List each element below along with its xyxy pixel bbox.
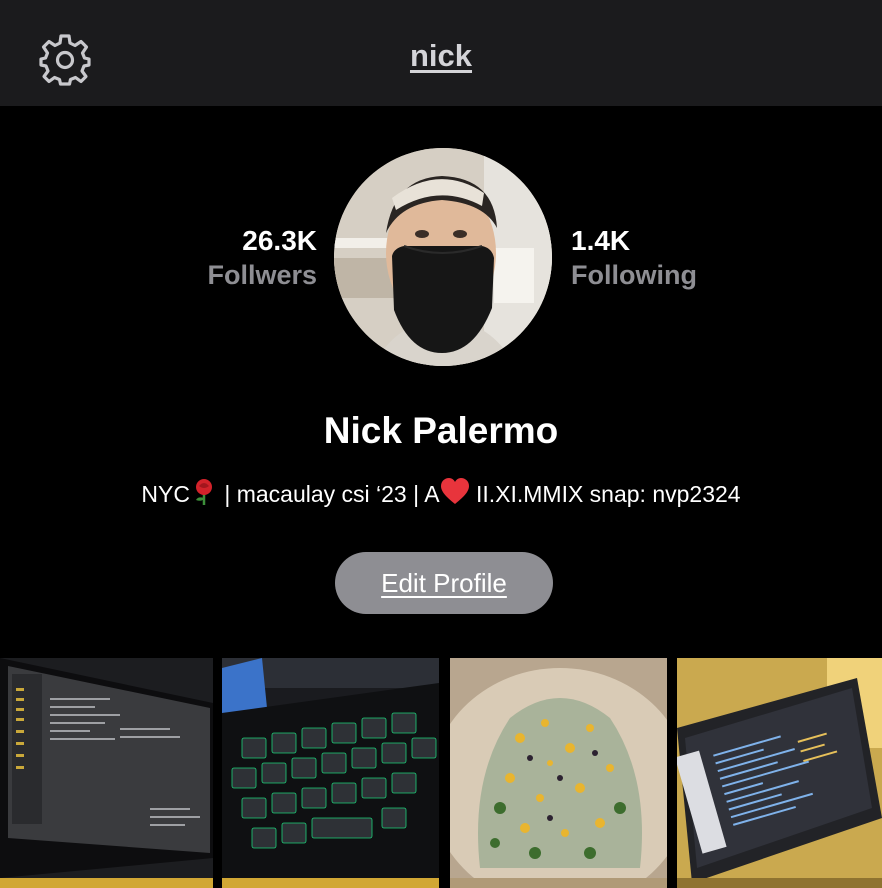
photo-monitor-code[interactable] [0,658,213,888]
followers-count: 26.3K [242,225,317,256]
profile-bio: NYC | macaulay csi ‘23 | A II.XI.MMIX sn… [0,478,882,512]
page-title[interactable]: nick [0,38,882,74]
followers-stat[interactable]: 26.3K Follwers [207,224,317,292]
top-bar: nick [0,0,882,106]
following-label: Following [571,260,697,290]
avatar[interactable] [334,148,552,366]
profile-screen: nick 26.3K Follwers 1.4K Following Nick … [0,0,882,888]
bio-text-school: | macaulay csi ‘23 | A [217,481,440,507]
photo-laptop-code[interactable] [677,658,882,888]
avatar-photo [334,148,552,366]
red-heart-emoji-icon [440,478,470,512]
rose-emoji-icon [190,478,218,512]
profile-name: Nick Palermo [323,410,559,451]
photo-keyboard[interactable] [222,658,439,888]
following-count: 1.4K [571,225,631,256]
following-stat[interactable]: 1.4K Following [571,224,697,292]
bio-text-location: NYC [141,481,190,507]
edit-profile-button[interactable]: Edit Profile [335,552,553,614]
bio-text-date-snap: II.XI.MMIX snap: nvp2324 [469,481,741,507]
photo-food-bowl[interactable] [450,658,667,888]
followers-label: Follwers [207,260,317,290]
